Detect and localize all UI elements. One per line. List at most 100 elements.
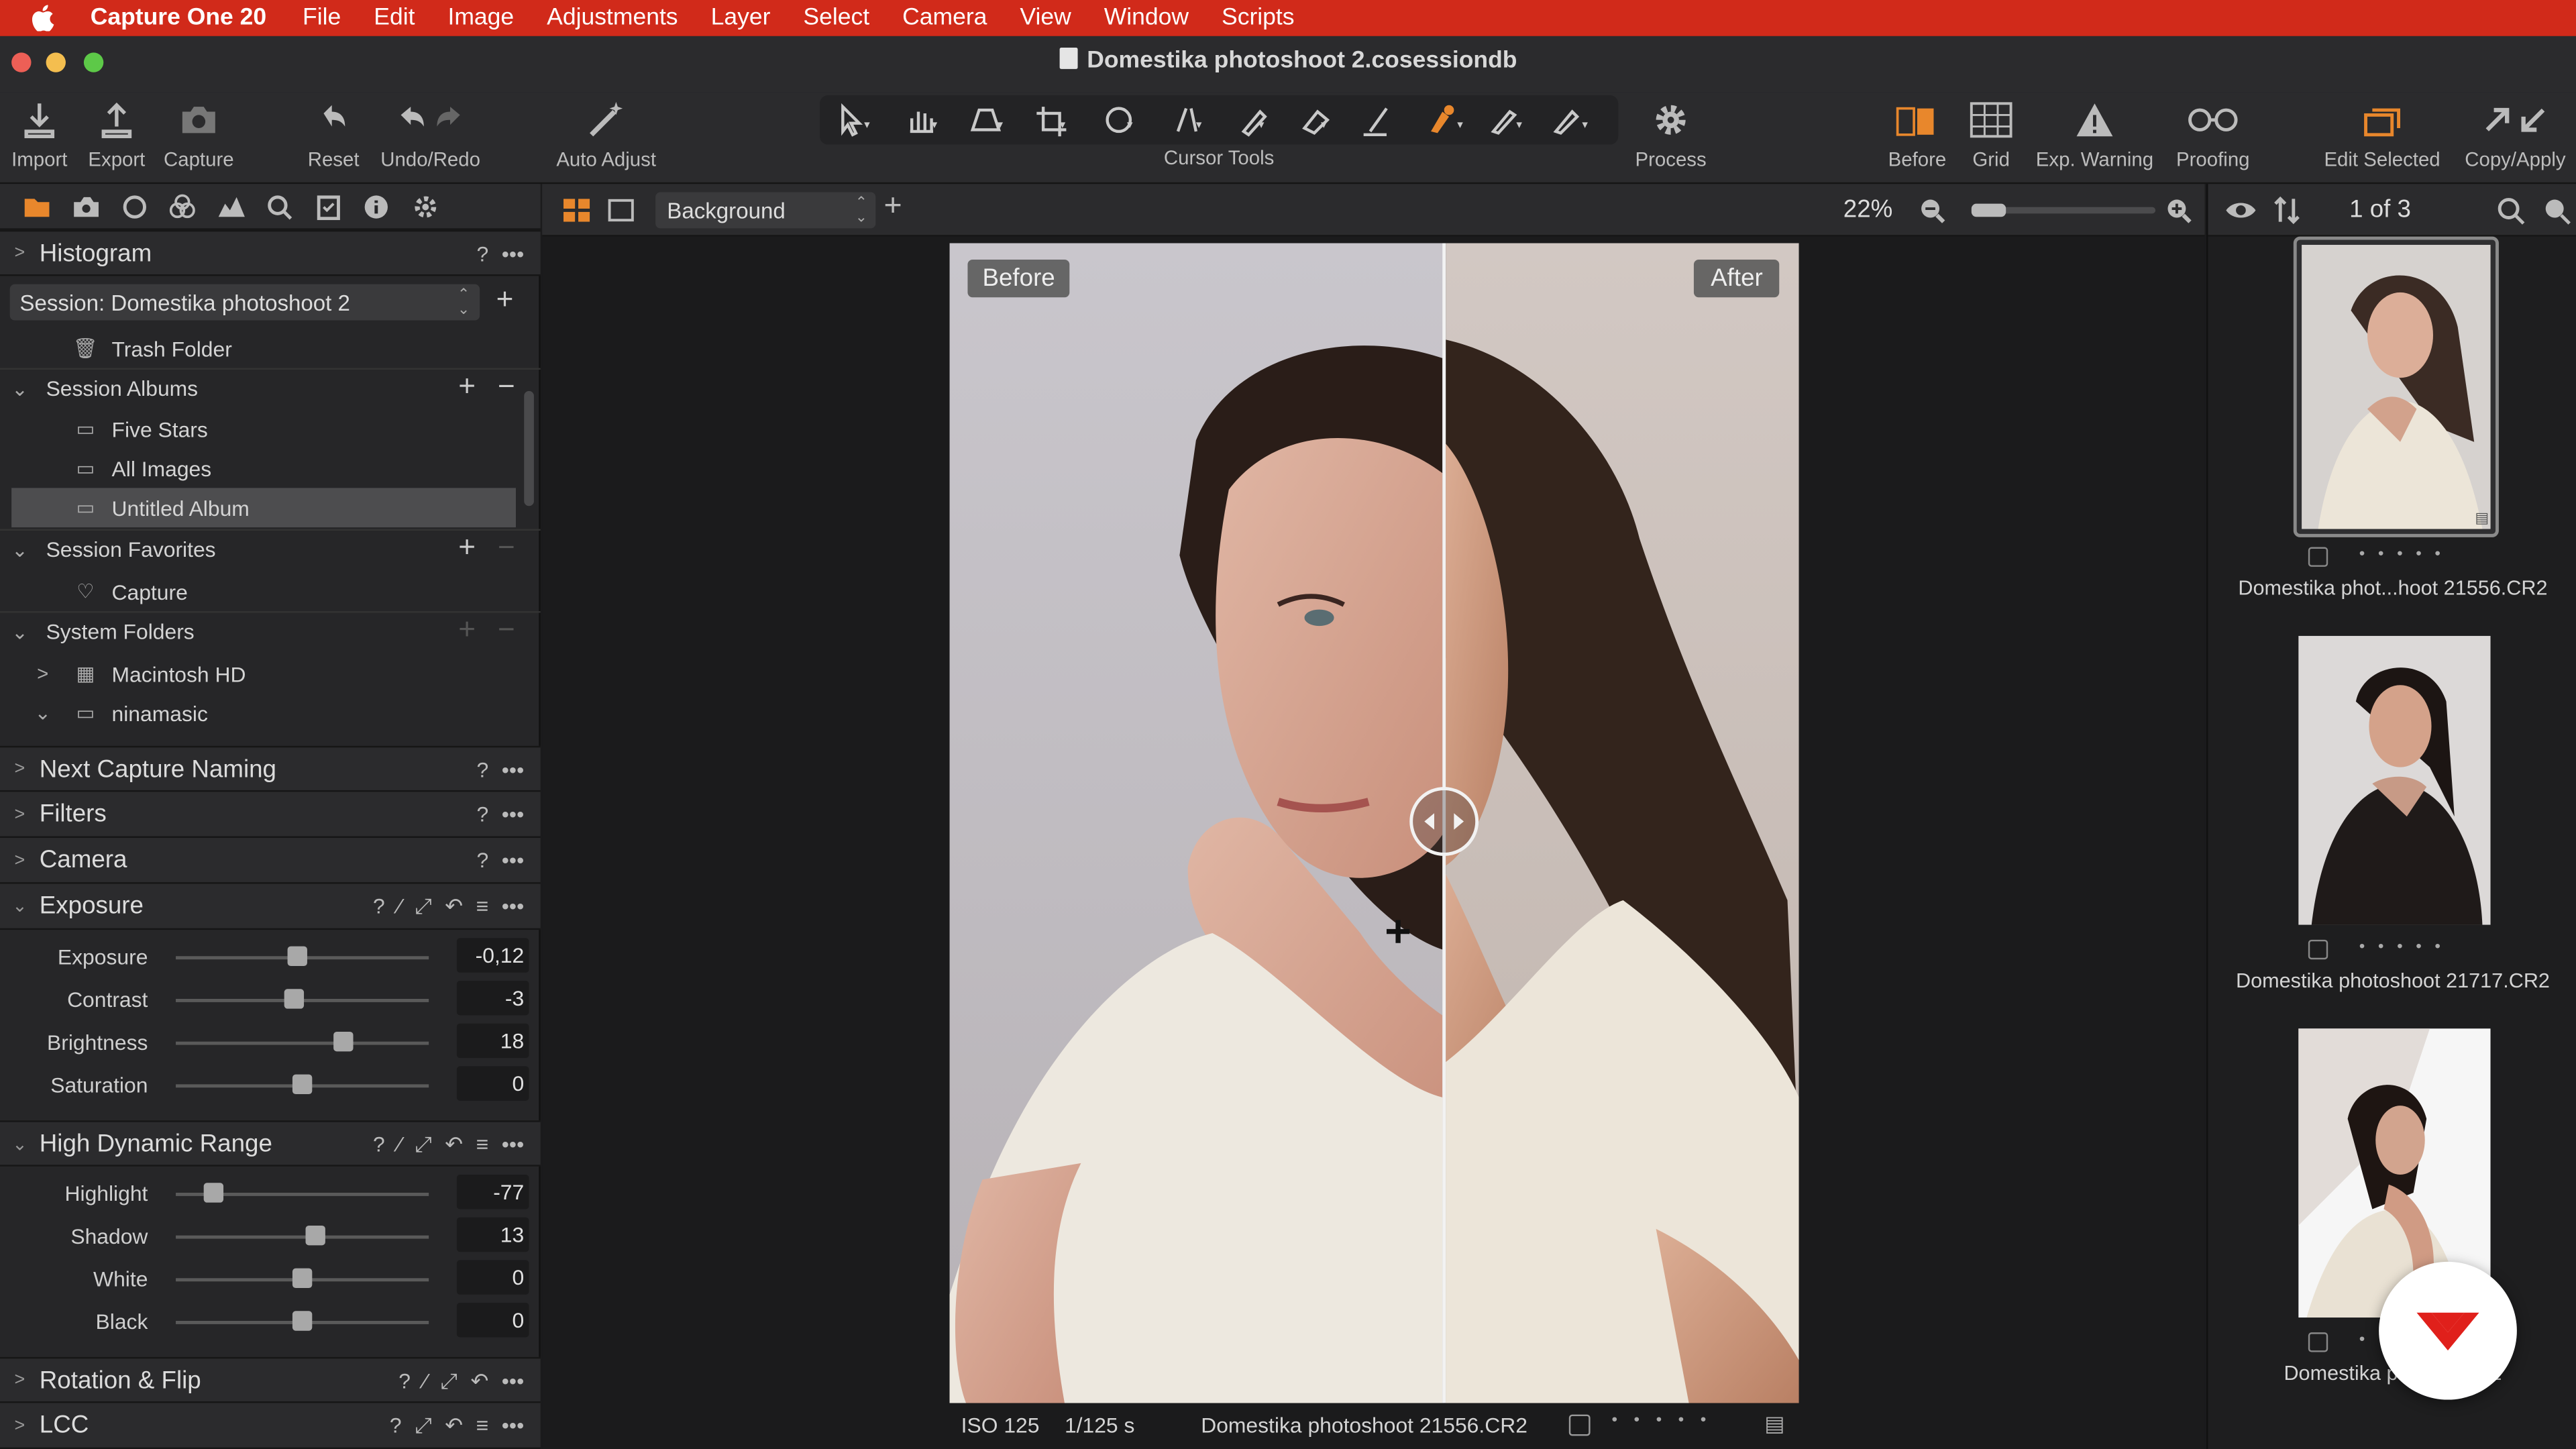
- presets-icon[interactable]: ≡: [476, 1132, 489, 1158]
- reset-icon[interactable]: ↶: [445, 1132, 463, 1158]
- thumbnail-checkbox[interactable]: [2308, 1332, 2328, 1352]
- star-rating[interactable]: •••••: [1611, 1411, 1722, 1430]
- more-options-icon[interactable]: •••: [502, 1413, 524, 1439]
- help-icon[interactable]: ?: [373, 1132, 385, 1158]
- export-button[interactable]: Export: [82, 92, 151, 184]
- list-item-trash-folder[interactable]: 🗑 Trash Folder: [0, 329, 526, 368]
- highlight-slider[interactable]: Highlight -77: [0, 1173, 541, 1216]
- metadata-tab-icon[interactable]: [352, 193, 400, 219]
- session-albums-header[interactable]: ⌄ Session Albums + −: [0, 368, 541, 408]
- import-button[interactable]: Import: [7, 92, 72, 184]
- color-tab-icon[interactable]: [158, 193, 207, 219]
- exposure-tab-icon[interactable]: [207, 195, 256, 217]
- zoom-in-icon[interactable]: [2543, 197, 2571, 225]
- presets-icon[interactable]: ≡: [476, 894, 489, 920]
- menu-view[interactable]: View: [1020, 5, 1071, 31]
- star-rating[interactable]: •••••: [2359, 545, 2454, 564]
- menu-camera[interactable]: Camera: [902, 5, 987, 31]
- add-icon[interactable]: +: [458, 531, 476, 565]
- hdr-header[interactable]: ⌄ High Dynamic Range? ⁄ ⤢ ↶ ≡ •••: [0, 1120, 541, 1167]
- adjustments-tab-icon[interactable]: [304, 193, 352, 219]
- menu-select[interactable]: Select: [803, 5, 869, 31]
- menu-image[interactable]: Image: [447, 5, 514, 31]
- shadow-slider[interactable]: Shadow 13: [0, 1216, 541, 1258]
- help-icon[interactable]: ?: [390, 1413, 402, 1439]
- remove-icon[interactable]: −: [498, 612, 515, 647]
- contrast-slider[interactable]: Contrast -3: [0, 979, 541, 1022]
- info-list-icon[interactable]: ▤: [1764, 1411, 1784, 1438]
- exposure-header[interactable]: ⌄ Exposure? ⁄ ⤢ ↶ ≡ •••: [0, 883, 541, 930]
- before-button[interactable]: Before: [1880, 92, 1955, 184]
- add-icon[interactable]: +: [458, 370, 476, 404]
- exposure-warning-button[interactable]: Exp. Warning: [2027, 92, 2162, 184]
- add-icon[interactable]: +: [458, 612, 476, 647]
- expand-icon[interactable]: ⤢: [415, 1132, 431, 1158]
- details-tab-icon[interactable]: [256, 193, 304, 219]
- menu-scripts[interactable]: Scripts: [1222, 5, 1295, 31]
- camera-header[interactable]: > Camera? •••: [0, 837, 541, 884]
- process-button[interactable]: Process: [1627, 92, 1715, 184]
- expand-icon[interactable]: ⤢: [415, 1413, 431, 1439]
- more-options-icon[interactable]: •••: [502, 1368, 524, 1395]
- copy-apply-button[interactable]: Copy/Apply: [2458, 92, 2573, 184]
- picker-icon[interactable]: ⁄: [398, 894, 401, 920]
- grid-button[interactable]: Grid: [1962, 92, 2021, 184]
- histogram-section-header[interactable]: > Histogram ? •••: [0, 229, 541, 276]
- zoom-slider-thumb[interactable]: [1971, 203, 2006, 217]
- zoom-level[interactable]: 22%: [1843, 195, 1893, 223]
- lens-tab-icon[interactable]: [110, 193, 158, 219]
- zoom-in-icon[interactable]: [2165, 197, 2192, 223]
- help-icon[interactable]: ?: [476, 757, 488, 782]
- zoom-out-icon[interactable]: [1919, 197, 1945, 223]
- zoom-slider[interactable]: [1971, 203, 2156, 217]
- exposure-slider[interactable]: Exposure -0,12: [0, 936, 541, 979]
- list-item-album[interactable]: ▭ Five Stars: [0, 409, 526, 449]
- reset-icon[interactable]: ↶: [445, 1413, 463, 1439]
- star-rating[interactable]: •: [2359, 1331, 2378, 1349]
- next-capture-naming-header[interactable]: > Next Capture Naming? •••: [0, 745, 541, 792]
- library-tab-icon[interactable]: [13, 195, 62, 217]
- help-icon[interactable]: ?: [398, 1368, 411, 1395]
- expand-icon[interactable]: ⤢: [415, 894, 431, 920]
- folder-item[interactable]: > ▦ Macintosh HD: [0, 654, 526, 694]
- session-favorites-header[interactable]: ⌄ Session Favorites + −: [0, 529, 541, 569]
- reset-icon[interactable]: ↶: [445, 894, 463, 920]
- menu-layer[interactable]: Layer: [711, 5, 771, 31]
- white-slider[interactable]: White 0: [0, 1258, 541, 1301]
- star-rating[interactable]: •••••: [2359, 938, 2454, 956]
- thumbnail-selected[interactable]: ▤: [2293, 236, 2499, 537]
- lcc-header[interactable]: > LCC? ⤢ ↶ ≡ •••: [0, 1403, 541, 1449]
- settings-tab-icon[interactable]: [401, 193, 449, 219]
- expand-icon[interactable]: ⤢: [440, 1368, 457, 1395]
- single-view-icon[interactable]: [608, 199, 634, 222]
- undo-redo-button[interactable]: Undo/Redo: [374, 92, 486, 184]
- app-name-menu[interactable]: Capture One 20: [91, 5, 266, 31]
- eye-icon[interactable]: [2224, 201, 2257, 220]
- filters-header[interactable]: > Filters? •••: [0, 792, 541, 838]
- more-options-icon[interactable]: •••: [502, 848, 524, 873]
- list-item-favorite[interactable]: ♡ Capture: [0, 572, 526, 611]
- menu-window[interactable]: Window: [1104, 5, 1189, 31]
- folder-item[interactable]: ⌄ ▭ ninamasic: [0, 693, 526, 733]
- layer-select[interactable]: Background ⌃ ⌄: [655, 192, 876, 229]
- edit-selected-button[interactable]: Edit Selected: [2316, 92, 2448, 184]
- rotation-flip-header[interactable]: > Rotation & Flip? ⁄ ⤢ ↶ •••: [0, 1356, 541, 1403]
- add-layer-icon[interactable]: +: [884, 189, 902, 225]
- more-options-icon[interactable]: •••: [502, 241, 524, 266]
- help-icon[interactable]: ?: [373, 894, 385, 920]
- black-slider[interactable]: Black 0: [0, 1301, 541, 1344]
- session-select[interactable]: Session: Domestika photoshoot 2 ⌃ ⌄: [9, 284, 480, 321]
- reset-button[interactable]: Reset: [301, 92, 366, 184]
- search-icon[interactable]: [2497, 197, 2525, 225]
- presets-icon[interactable]: ≡: [476, 1413, 489, 1439]
- sort-icon[interactable]: [2273, 195, 2300, 225]
- list-item-album-selected[interactable]: ▭ Untitled Album: [11, 488, 516, 528]
- auto-adjust-button[interactable]: Auto Adjust: [547, 92, 665, 184]
- help-icon[interactable]: ?: [476, 802, 488, 826]
- apple-icon[interactable]: [32, 3, 58, 33]
- list-item-album[interactable]: ▭ All Images: [0, 449, 526, 488]
- system-folders-header[interactable]: ⌄ System Folders + −: [0, 611, 541, 651]
- thumbnail-checkbox[interactable]: [2308, 547, 2328, 567]
- thumbnail[interactable]: [2298, 635, 2491, 925]
- menu-file[interactable]: File: [303, 5, 341, 31]
